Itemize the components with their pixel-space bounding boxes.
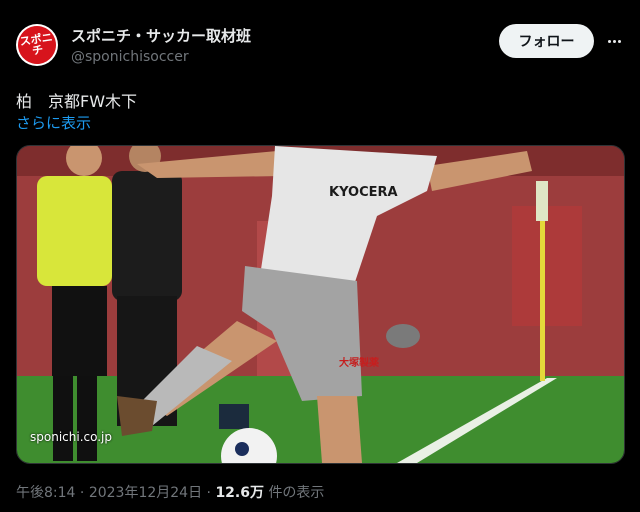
account-handle[interactable]: @sponichisoccer [71,49,189,65]
shorts-sponsor: 大塚製薬 [339,356,380,369]
referee-sock [53,376,73,461]
more-options-icon[interactable] [604,31,624,51]
meta-separator: · [79,485,89,501]
show-more-link[interactable]: さらに表示 [16,112,91,133]
staff-jacket [112,171,182,301]
post-text: 柏 京都FW木下 [16,92,138,111]
photo-watermark: sponichi.co.jp [30,430,112,444]
player-boot [117,396,157,436]
referee-sock [77,376,97,461]
post-photo[interactable]: KYOCERA 大塚製薬 [16,145,625,464]
equipment-bag [219,404,249,429]
more-dot [617,39,621,43]
display-name[interactable]: スポニチ・サッカー取材班 [71,25,251,46]
wall-panel [512,206,582,326]
referee-shorts [52,286,107,376]
referee-shirt [37,176,112,286]
more-dot [612,39,616,43]
player-leg [317,396,362,463]
jersey-sponsor: KYOCERA [329,185,398,200]
post-date[interactable]: 2023年12月24日 [89,485,202,501]
avatar-logo-text: スポニチ [16,24,58,66]
post-time[interactable]: 午後8:14 [16,485,75,501]
more-dot [607,39,611,43]
ball-panel [235,442,249,456]
pitch-camera [386,324,420,348]
follow-button[interactable]: フォロー [499,24,594,58]
corner-flag [536,181,548,221]
views-count[interactable]: 12.6万 [215,485,264,501]
account-avatar[interactable]: スポニチ [16,24,58,66]
post-meta: 午後8:14 · 2023年12月24日 · 12.6万 件の表示 [16,482,324,502]
soccer-photo: KYOCERA 大塚製薬 [17,146,624,463]
views-label: 件の表示 [268,485,325,501]
